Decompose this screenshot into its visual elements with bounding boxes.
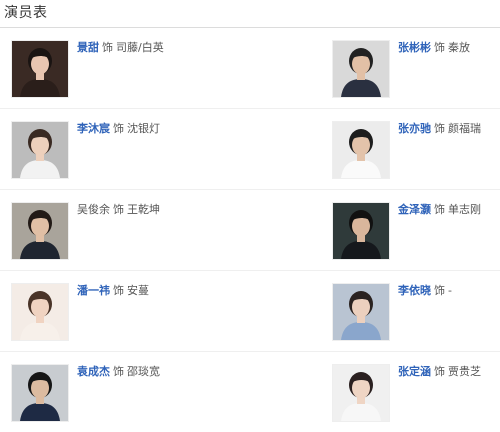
actor-name: 吴俊余 — [77, 203, 110, 216]
actor-photo[interactable] — [11, 40, 69, 98]
cast-credit: 张彬彬饰秦放 — [398, 40, 470, 56]
cast-member-card: 张彬彬饰秦放 — [332, 40, 500, 98]
actor-name-link[interactable]: 潘一祎 — [77, 284, 110, 297]
actor-photo[interactable] — [11, 364, 69, 422]
cast-credit: 潘一祎饰安蔓 — [77, 283, 149, 299]
cast-member-card: 景甜饰司藤/白英 — [11, 40, 311, 98]
cast-member-card: 袁成杰饰邵琰宽 — [11, 364, 311, 422]
plays-as-label: 饰 — [434, 284, 445, 297]
cast-member-card: 金泽灏饰单志刚 — [332, 202, 500, 260]
cast-row: 潘一祎饰安蔓 李依晓饰 - — [0, 271, 500, 352]
cast-member-card: 张定涵饰贾贵芝 — [332, 364, 500, 422]
cast-row: 李沐宸饰沈银灯 张亦驰饰颜福瑞 — [0, 109, 500, 190]
cast-list: 景甜饰司藤/白英 张彬彬饰秦放 李沐宸饰沈银灯 张亦驰饰颜福瑞 吴俊余饰王乾坤 金泽灏饰单… — [0, 28, 500, 432]
cast-credit: 景甜饰司藤/白英 — [77, 40, 164, 56]
section-title: 演员表 — [4, 5, 48, 21]
cast-member-card: 潘一祎饰安蔓 — [11, 283, 311, 341]
plays-as-label: 饰 — [434, 203, 445, 216]
actor-photo[interactable] — [332, 202, 390, 260]
actor-photo[interactable] — [332, 121, 390, 179]
cast-credit: 李依晓饰 - — [398, 283, 452, 299]
character-name: 司藤/白英 — [116, 41, 164, 54]
cast-credit: 袁成杰饰邵琰宽 — [77, 364, 160, 380]
actor-name-link[interactable]: 金泽灏 — [398, 203, 431, 216]
cast-section-header: 演员表 — [0, 0, 500, 28]
cast-member-card: 张亦驰饰颜福瑞 — [332, 121, 500, 179]
actor-name-link[interactable]: 张彬彬 — [398, 41, 431, 54]
cast-credit: 金泽灏饰单志刚 — [398, 202, 481, 218]
actor-photo[interactable] — [11, 202, 69, 260]
actor-name-link[interactable]: 李依晓 — [398, 284, 431, 297]
actor-photo[interactable] — [332, 40, 390, 98]
character-name: 王乾坤 — [127, 203, 160, 216]
cast-credit: 李沐宸饰沈银灯 — [77, 121, 160, 137]
cast-member-card: 李依晓饰 - — [332, 283, 500, 341]
character-name: 秦放 — [448, 41, 470, 54]
actor-photo[interactable] — [332, 364, 390, 422]
character-name: 贾贵芝 — [448, 365, 481, 378]
character-name: 沈银灯 — [127, 122, 160, 135]
plays-as-label: 饰 — [434, 122, 445, 135]
cast-row: 袁成杰饰邵琰宽 张定涵饰贾贵芝 — [0, 352, 500, 432]
actor-name-link[interactable]: 张亦驰 — [398, 122, 431, 135]
plays-as-label: 饰 — [102, 41, 113, 54]
character-name: 安蔓 — [127, 284, 149, 297]
actor-photo[interactable] — [11, 121, 69, 179]
actor-name-link[interactable]: 袁成杰 — [77, 365, 110, 378]
cast-member-card: 李沐宸饰沈银灯 — [11, 121, 311, 179]
character-name: 单志刚 — [448, 203, 481, 216]
plays-as-label: 饰 — [113, 284, 124, 297]
actor-name-link[interactable]: 李沐宸 — [77, 122, 110, 135]
actor-photo[interactable] — [11, 283, 69, 341]
cast-member-card: 吴俊余饰王乾坤 — [11, 202, 311, 260]
cast-credit: 吴俊余饰王乾坤 — [77, 202, 160, 218]
character-name: 邵琰宽 — [127, 365, 160, 378]
cast-row: 吴俊余饰王乾坤 金泽灏饰单志刚 — [0, 190, 500, 271]
cast-credit: 张定涵饰贾贵芝 — [398, 364, 481, 380]
plays-as-label: 饰 — [434, 365, 445, 378]
actor-name-link[interactable]: 张定涵 — [398, 365, 431, 378]
actor-name-link[interactable]: 景甜 — [77, 41, 99, 54]
plays-as-label: 饰 — [434, 41, 445, 54]
character-name: 颜福瑞 — [448, 122, 481, 135]
plays-as-label: 饰 — [113, 365, 124, 378]
cast-row: 景甜饰司藤/白英 张彬彬饰秦放 — [0, 28, 500, 109]
plays-as-label: 饰 — [113, 122, 124, 135]
cast-credit: 张亦驰饰颜福瑞 — [398, 121, 481, 137]
plays-as-label: 饰 — [113, 203, 124, 216]
character-name: - — [448, 284, 452, 297]
actor-photo[interactable] — [332, 283, 390, 341]
